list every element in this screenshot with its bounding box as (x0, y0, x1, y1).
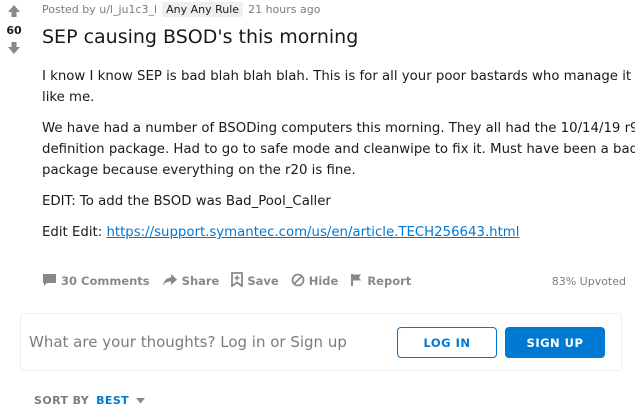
post-title: SEP causing BSOD's this morning (42, 26, 359, 48)
post-meta: Posted by u/l_ju1c3_l Any Any Rule 21 ho… (42, 2, 320, 17)
upvote-ratio: 83% Upvoted (551, 274, 626, 288)
share-icon (162, 273, 182, 290)
flag-icon (350, 273, 367, 290)
body-paragraph-1: I know I know SEP is bad blah blah blah.… (42, 66, 632, 108)
hide-icon (291, 273, 309, 290)
save-button[interactable]: Save (231, 272, 279, 290)
report-button[interactable]: Report (350, 273, 411, 290)
post-page: 60 Posted by u/l_ju1c3_l Any Any Rule 21… (0, 0, 635, 420)
body-p2-line2: definition package. Had to go to safe mo… (42, 142, 635, 157)
hide-button[interactable]: Hide (291, 273, 339, 290)
share-button[interactable]: Share (162, 273, 220, 290)
body-paragraph-4: Edit Edit: https://support.symantec.com/… (42, 222, 632, 243)
comment-icon (42, 273, 61, 290)
sort-label: SORT BY (34, 394, 90, 407)
comments-label: 30 Comments (61, 274, 150, 288)
body-p2-line1: We have had a number of BSODing computer… (42, 121, 635, 136)
post-flair: Any Any Rule (162, 2, 244, 17)
save-label: Save (247, 274, 279, 288)
caret-down-icon (129, 394, 146, 407)
sort-selector: SORT BY BEST (34, 394, 146, 407)
body-p1-line2: like me. (42, 90, 95, 105)
body-p4-prefix: Edit Edit: (42, 225, 107, 240)
comment-prompt: What are your thoughts? Log in or Sign u… (29, 333, 347, 351)
comments-button[interactable]: 30 Comments (42, 273, 150, 290)
sort-dropdown[interactable]: BEST (96, 394, 146, 407)
sort-value: BEST (96, 394, 130, 407)
body-paragraph-3: EDIT: To add the BSOD was Bad_Pool_Calle… (42, 194, 331, 209)
report-label: Report (367, 274, 412, 288)
post-actions-bar: 30 Comments Share Save Hide Report 83% U… (42, 272, 626, 290)
share-label: Share (181, 274, 220, 288)
body-paragraph-2: We have had a number of BSODing computer… (42, 118, 635, 181)
vote-column: 60 (0, 4, 28, 55)
comment-box: What are your thoughts? Log in or Sign u… (20, 313, 622, 371)
bookmark-plus-icon (231, 272, 247, 290)
downvote-arrow-icon[interactable] (7, 41, 21, 55)
hide-label: Hide (308, 274, 339, 288)
signup-button[interactable]: SIGN UP (505, 327, 605, 358)
body-p1-line1: I know I know SEP is bad blah blah blah.… (42, 69, 632, 84)
post-time[interactable]: 21 hours ago (248, 3, 320, 16)
posted-by[interactable]: Posted by u/l_ju1c3_l (42, 3, 157, 16)
body-p2-line3: package because everything on the r20 is… (42, 163, 356, 178)
login-button[interactable]: LOG IN (397, 327, 497, 358)
post-body: I know I know SEP is bad blah blah blah.… (42, 66, 635, 253)
vote-count: 60 (6, 24, 22, 37)
support-link[interactable]: https://support.symantec.com/us/en/artic… (106, 225, 519, 240)
upvote-arrow-icon[interactable] (7, 4, 21, 18)
